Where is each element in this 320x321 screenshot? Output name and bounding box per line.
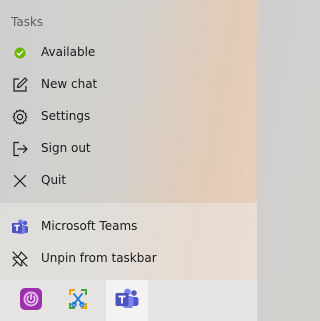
menu-item-label: New chat [41, 77, 98, 91]
sign-out-icon [11, 140, 29, 158]
taskbar-app-snip[interactable] [57, 280, 99, 321]
menu-item-label: Available [41, 45, 96, 59]
menu-item-available[interactable]: Available [0, 36, 257, 68]
taskbar-app-teams[interactable] [106, 280, 148, 321]
menu-item-label: Settings [41, 109, 91, 123]
compose-icon [11, 76, 29, 94]
snip-tool-icon [66, 287, 90, 315]
teams-icon [114, 287, 140, 315]
menu-item-label: Unpin from taskbar [41, 251, 157, 265]
menu-item-unpin-from-taskbar[interactable]: Unpin from taskbar [0, 242, 257, 274]
gear-icon [11, 108, 29, 126]
menu-item-microsoft-teams[interactable]: Microsoft Teams [0, 210, 257, 242]
tasks-menu: Tasks Available New chat Settings Sign o… [0, 0, 257, 203]
status-available-icon [11, 44, 29, 62]
taskbar [0, 280, 257, 321]
menu-item-label: Microsoft Teams [41, 219, 138, 233]
menu-item-quit[interactable]: Quit [0, 164, 257, 196]
power-app-icon [19, 287, 43, 315]
menu-item-settings[interactable]: Settings [0, 100, 257, 132]
menu-item-new-chat[interactable]: New chat [0, 68, 257, 100]
unpin-icon [11, 250, 29, 268]
pinned-section: Microsoft Teams Unpin from taskbar [0, 203, 257, 280]
taskbar-app-power[interactable] [10, 280, 52, 321]
menu-item-sign-out[interactable]: Sign out [0, 132, 257, 164]
menu-item-label: Quit [41, 173, 67, 187]
close-icon [11, 172, 29, 190]
tasks-section-title: Tasks [11, 15, 44, 29]
teams-icon [11, 218, 29, 236]
menu-item-label: Sign out [41, 141, 91, 155]
